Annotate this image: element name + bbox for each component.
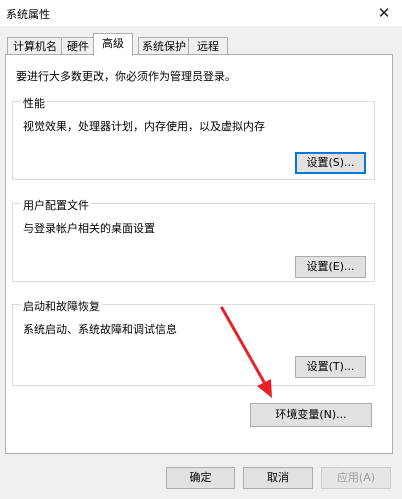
arrow-shaft [220, 306, 266, 384]
annotation-arrow [220, 306, 272, 398]
tab-advanced[interactable]: 高级 [93, 33, 133, 56]
